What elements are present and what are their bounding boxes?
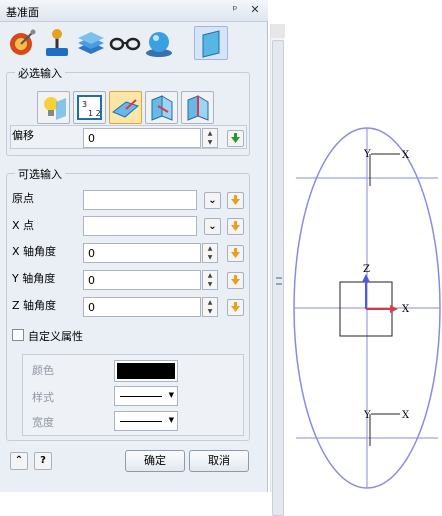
scroll-grip-icon bbox=[276, 277, 282, 285]
y-angle-input[interactable] bbox=[83, 270, 201, 290]
scroll-up-icon[interactable] bbox=[271, 24, 285, 38]
corner-plane-icon[interactable] bbox=[145, 91, 178, 124]
width-line-preview bbox=[120, 421, 162, 422]
origin-input[interactable] bbox=[83, 190, 197, 210]
z-arrowhead bbox=[362, 274, 370, 282]
panel-title: 基准面 bbox=[6, 6, 39, 19]
x-angle-down-arrow-icon[interactable] bbox=[227, 245, 244, 262]
y-angle-label: Y 轴角度 bbox=[12, 272, 56, 285]
xpoint-label: X 点 bbox=[12, 219, 35, 232]
svg-text:1 2: 1 2 bbox=[88, 109, 101, 118]
offset-spinner[interactable]: ▲ ▼ bbox=[202, 128, 218, 148]
sphere-icon[interactable] bbox=[142, 26, 176, 60]
z-angle-input[interactable] bbox=[83, 297, 201, 317]
bottom-x-label: X bbox=[402, 410, 410, 421]
edge-plane-icon[interactable] bbox=[181, 91, 214, 124]
style-label: 样式 bbox=[32, 391, 54, 404]
lightbulb-plane-icon[interactable] bbox=[37, 91, 70, 124]
xpoint-down-arrow-icon[interactable] bbox=[227, 218, 244, 235]
svg-text:3: 3 bbox=[82, 100, 87, 109]
satellite-dish-icon[interactable] bbox=[6, 26, 40, 60]
help-icon[interactable]: ? bbox=[34, 452, 52, 470]
cancel-button[interactable]: 取消 bbox=[189, 450, 249, 472]
style-line-preview bbox=[120, 396, 162, 397]
pin-icon[interactable]: ᵖ bbox=[228, 3, 242, 17]
layers-stack-icon[interactable] bbox=[74, 26, 108, 60]
panel-titlebar: 基准面 ᵖ ✕ bbox=[0, 0, 268, 22]
y-angle-down-arrow-icon[interactable] bbox=[227, 272, 244, 289]
bottom-y-label: Y bbox=[363, 410, 371, 421]
scroll-thumb[interactable] bbox=[272, 40, 284, 516]
close-icon[interactable]: ✕ bbox=[248, 3, 262, 17]
origin-expand-icon[interactable]: ⌄ bbox=[204, 192, 221, 209]
color-fill bbox=[117, 363, 175, 379]
offset-input[interactable] bbox=[83, 128, 201, 148]
z-angle-down-arrow-icon[interactable] bbox=[227, 299, 244, 316]
optional-input-legend: 可选输入 bbox=[15, 166, 65, 182]
collapse-toggle-icon[interactable]: ⌃ bbox=[10, 452, 28, 470]
inclined-plane-icon[interactable] bbox=[109, 91, 142, 124]
ok-button[interactable]: 确定 bbox=[125, 450, 185, 472]
z-label: Z bbox=[363, 264, 370, 275]
color-label: 颜色 bbox=[32, 364, 54, 377]
top-toolbar bbox=[6, 26, 246, 62]
xpoint-expand-icon[interactable]: ⌄ bbox=[204, 218, 221, 235]
x-arrowhead bbox=[390, 305, 398, 313]
x-angle-spinner[interactable]: ▲ ▼ bbox=[202, 243, 218, 263]
offset-label: 偏移 bbox=[12, 129, 34, 142]
top-y-label: Y bbox=[363, 149, 371, 160]
width-label: 宽度 bbox=[32, 416, 54, 429]
z-angle-spinner[interactable]: ▲ ▼ bbox=[202, 297, 218, 317]
required-input-legend: 必选输入 bbox=[15, 65, 65, 81]
color-swatch[interactable] bbox=[114, 360, 178, 382]
origin-down-arrow-icon[interactable] bbox=[227, 192, 244, 209]
datum-plane-icon[interactable] bbox=[194, 26, 228, 60]
y-angle-spinner[interactable]: ▲ ▼ bbox=[202, 270, 218, 290]
top-x-label: X bbox=[402, 150, 410, 161]
width-dropdown[interactable]: ▼ bbox=[114, 411, 178, 431]
grid-numbers-icon[interactable]: 31 2 bbox=[73, 91, 106, 124]
glasses-icon[interactable] bbox=[108, 26, 142, 60]
origin-label: 原点 bbox=[12, 192, 34, 205]
xpoint-input[interactable] bbox=[83, 216, 197, 236]
style-dropdown[interactable]: ▼ bbox=[114, 386, 178, 406]
joystick-icon[interactable] bbox=[40, 26, 74, 60]
custom-attr-label: 自定义属性 bbox=[28, 330, 83, 343]
chevron-down-icon: ▼ bbox=[168, 391, 174, 399]
panel-scrollbar[interactable] bbox=[270, 24, 285, 516]
chevron-down-icon: ▼ bbox=[168, 416, 174, 424]
3d-viewport[interactable]: Y X Z X Y X bbox=[290, 0, 442, 492]
x-angle-label: X 轴角度 bbox=[12, 245, 57, 258]
custom-attr-checkbox[interactable] bbox=[12, 329, 24, 341]
apply-down-arrow-icon[interactable] bbox=[227, 130, 244, 147]
datum-plane-panel: 基准面 ᵖ ✕ 必选输入 31 2 偏移 0 ▲ ▼ 可选输入 原点 ⌄ X 点… bbox=[0, 0, 268, 492]
x-angle-input[interactable] bbox=[83, 243, 201, 263]
mid-x-label: X bbox=[402, 304, 410, 315]
z-angle-label: Z 轴角度 bbox=[12, 299, 57, 312]
